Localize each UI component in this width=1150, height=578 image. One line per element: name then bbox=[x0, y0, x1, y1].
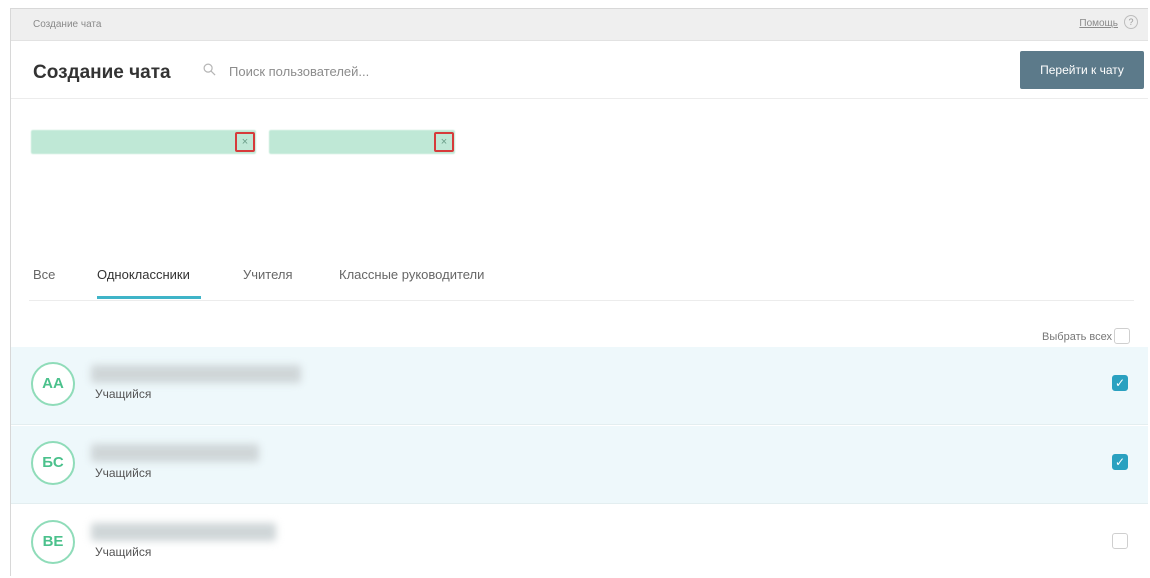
chat-creation-window: Создание чата Помощь ? Создание чата Пер… bbox=[10, 8, 1148, 576]
top-bar: Создание чата Помощь ? bbox=[11, 9, 1148, 41]
chip-remove-icon[interactable]: × bbox=[235, 132, 255, 152]
user-list-item[interactable]: ВЕ Учащийся bbox=[11, 505, 1148, 576]
avatar: ВЕ bbox=[31, 520, 75, 564]
user-search-input[interactable] bbox=[229, 61, 529, 81]
user-checkbox[interactable]: ✓ bbox=[1112, 454, 1128, 470]
user-checkbox[interactable]: ✓ bbox=[1112, 375, 1128, 391]
select-all-label: Выбрать всех bbox=[1042, 331, 1112, 343]
user-name-redacted bbox=[91, 523, 276, 541]
user-role: Учащийся bbox=[95, 545, 152, 559]
go-to-chat-button[interactable]: Перейти к чату bbox=[1020, 51, 1144, 89]
selected-user-chip bbox=[269, 130, 455, 154]
user-list-item[interactable]: АА Учащийся ✓ bbox=[11, 347, 1148, 425]
page-header: Создание чата Перейти к чату bbox=[11, 41, 1148, 99]
page-title: Создание чата bbox=[33, 62, 171, 83]
user-name-redacted bbox=[91, 444, 259, 462]
avatar: БС bbox=[31, 441, 75, 485]
help-link[interactable]: Помощь bbox=[1079, 18, 1118, 29]
user-role: Учащийся bbox=[95, 387, 152, 401]
search-icon bbox=[203, 63, 216, 76]
selected-user-chip bbox=[31, 130, 256, 154]
user-checkbox[interactable] bbox=[1112, 533, 1128, 549]
tab-all[interactable]: Все bbox=[33, 267, 55, 282]
user-name-redacted bbox=[91, 365, 301, 383]
avatar: АА bbox=[31, 362, 75, 406]
tab-teachers[interactable]: Учителя bbox=[243, 267, 293, 282]
tab-classmates[interactable]: Одноклассники bbox=[97, 267, 190, 282]
breadcrumb: Создание чата bbox=[33, 19, 102, 30]
user-filter-tabs: Все Одноклассники Учителя Классные руков… bbox=[29, 259, 1134, 301]
user-role: Учащийся bbox=[95, 466, 152, 480]
tab-class-teachers[interactable]: Классные руководители bbox=[339, 267, 484, 282]
active-tab-indicator bbox=[97, 296, 201, 299]
user-list-item[interactable]: БС Учащийся ✓ bbox=[11, 426, 1148, 504]
question-circle-icon[interactable]: ? bbox=[1124, 15, 1138, 29]
select-all-checkbox[interactable] bbox=[1114, 328, 1130, 344]
chip-remove-icon[interactable]: × bbox=[434, 132, 454, 152]
